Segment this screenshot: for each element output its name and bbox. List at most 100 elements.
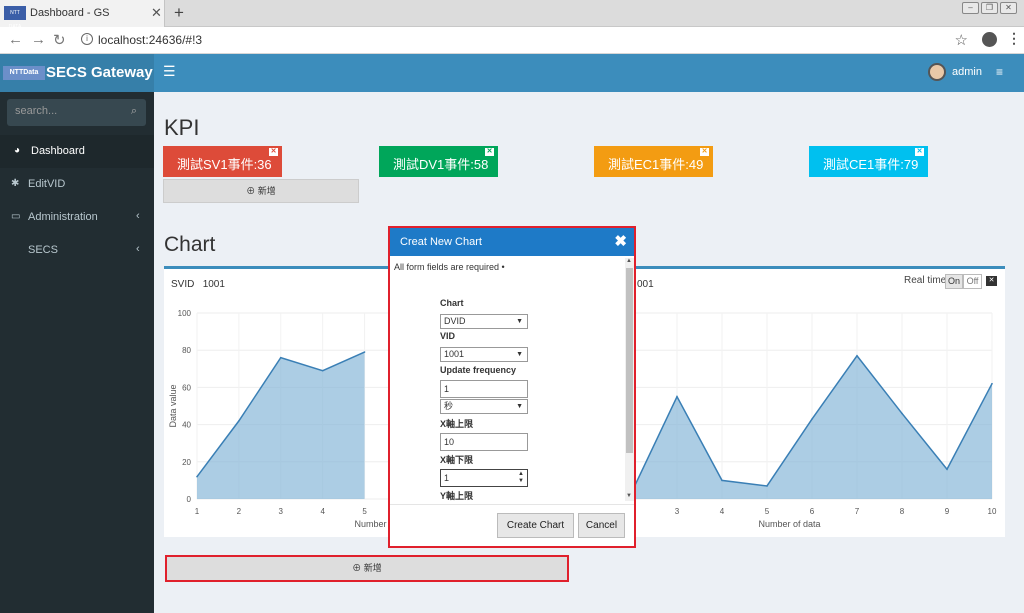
kpi-label: 測試DV1事件:58	[393, 157, 489, 172]
kpi-title: KPI	[164, 115, 200, 140]
y-tick-label: 40	[182, 421, 191, 430]
url-field[interactable]: i localhost:24636/#!3 ☆	[73, 30, 978, 50]
logo-badge: NTTData	[3, 66, 45, 80]
back-icon[interactable]: ←	[8, 31, 23, 48]
x-tick-label: 3	[279, 507, 284, 516]
browser-menu-icon[interactable]: ⋮	[1007, 30, 1021, 47]
data-point	[238, 420, 240, 422]
reload-icon[interactable]: ↻	[53, 31, 66, 49]
add-chart-label: 新增	[363, 563, 382, 573]
vid-select[interactable]: 1001 ▼	[440, 347, 528, 362]
y-tick-label: 60	[182, 383, 191, 392]
data-point	[946, 468, 948, 471]
vid-field-label: VID	[440, 331, 456, 341]
xmax-field-label: X軸上限	[440, 419, 474, 429]
sidebar-item-label: SECS	[28, 244, 58, 256]
dashboard-icon: ◕	[14, 145, 21, 156]
cancel-button[interactable]: Cancel	[578, 513, 625, 538]
monitor-icon: ▭	[11, 211, 21, 222]
avatar[interactable]	[928, 63, 946, 81]
x-tick-label: 2	[237, 507, 242, 516]
username[interactable]: admin	[952, 66, 982, 78]
restore-icon[interactable]: ❐	[981, 2, 998, 14]
modal-scrollbar[interactable]: ▲ ▼	[625, 258, 634, 501]
caret-down-icon: ▼	[516, 403, 523, 410]
sidebar-item-secs[interactable]: SECS ‹	[0, 234, 154, 267]
address-bar: ← → ↻ i localhost:24636/#!3 ☆ ⋮	[0, 27, 1024, 54]
close-icon[interactable]: ✕	[915, 148, 924, 156]
scroll-down-icon[interactable]: ▼	[626, 493, 632, 499]
create-chart-button[interactable]: Create Chart	[497, 513, 574, 538]
kpi-label: 測試CE1事件:79	[823, 157, 919, 172]
app-header: NTTData SECS Gateway ☰ admin ≡	[0, 54, 1024, 92]
x-tick-label: 3	[675, 507, 680, 516]
plus-circle-icon: ⊕	[246, 186, 256, 196]
x-axis-label: Number of data	[758, 519, 820, 529]
x-tick-label: 5	[765, 507, 770, 516]
y-tick-label: 0	[187, 495, 192, 504]
y-tick-label: 100	[178, 309, 192, 318]
modal-title: Creat New Chart	[400, 236, 482, 248]
sidebar-item-administration[interactable]: ▭ Administration ‹	[0, 201, 154, 234]
data-point	[901, 412, 903, 415]
xmax-input[interactable]: 10	[440, 433, 528, 451]
kpi-badge[interactable]: 測試EC1事件:49 ✕	[594, 146, 713, 177]
modal-header: Creat New Chart ✖	[390, 228, 634, 256]
search-icon[interactable]: ⌕	[131, 105, 137, 118]
kpi-badge[interactable]: 測試DV1事件:58 ✕	[379, 146, 498, 177]
data-point	[766, 485, 768, 487]
info-icon[interactable]: i	[81, 33, 93, 45]
kpi-badge[interactable]: 測試SV1事件:36 ✕	[163, 146, 282, 177]
sidebar-item-label: EditVID	[28, 178, 66, 190]
sidebar-item-label: Dashboard	[31, 145, 85, 157]
close-icon[interactable]: ✕	[151, 5, 162, 21]
spinner-icon[interactable]: ▲ ▼	[518, 471, 524, 485]
data-point	[721, 479, 723, 482]
browser-tab[interactable]: NTT DATA Dashboard - GS ✕	[0, 0, 165, 30]
sidebar-item-editvid[interactable]: ✱ EditVID	[0, 168, 154, 201]
x-tick-label: 6	[810, 507, 815, 516]
window-close-icon[interactable]: ✕	[1000, 2, 1017, 14]
frequency-input[interactable]: 1	[440, 380, 528, 398]
logo[interactable]: NTTData SECS Gateway	[0, 54, 154, 92]
kpi-label: 測試EC1事件:49	[608, 157, 704, 172]
search-box: ⌕	[7, 99, 146, 126]
forward-icon[interactable]: →	[31, 31, 46, 48]
xmin-field-label: X軸下限	[440, 455, 474, 465]
minimize-icon[interactable]: –	[962, 2, 979, 14]
url-text: localhost:24636/#!3	[98, 33, 203, 47]
x-tick-label: 4	[320, 507, 325, 516]
create-chart-modal: Creat New Chart ✖ All form fields are re…	[388, 226, 636, 548]
close-icon[interactable]: ✕	[485, 148, 494, 156]
new-tab-icon[interactable]: +	[174, 3, 184, 23]
close-icon[interactable]: ✕	[269, 148, 278, 156]
app-name: SECS Gateway	[46, 64, 153, 81]
menu-toggle-icon[interactable]: ☰	[163, 63, 176, 80]
x-tick-label: 9	[945, 507, 950, 516]
settings-icon[interactable]: ≡	[996, 65, 1003, 79]
frequency-unit-select[interactable]: 秒 ▼	[440, 399, 528, 414]
scrollbar-thumb[interactable]	[626, 268, 633, 453]
data-point	[279, 356, 282, 359]
x-tick-label: 5	[362, 507, 367, 516]
x-tick-label: 7	[855, 507, 860, 516]
search-input[interactable]	[15, 105, 125, 117]
series-area	[197, 352, 365, 499]
xmin-input[interactable]: 1 ▲ ▼	[440, 469, 528, 487]
data-point	[676, 395, 678, 398]
chevron-left-icon: ‹	[136, 210, 140, 222]
add-kpi-button[interactable]: ⊕ 新增	[163, 179, 359, 203]
chevron-left-icon: ‹	[136, 243, 140, 255]
close-icon[interactable]: ✖	[614, 232, 627, 250]
kpi-badge[interactable]: 測試CE1事件:79 ✕	[809, 146, 928, 177]
add-chart-button[interactable]: ⊕ 新增	[165, 555, 569, 582]
chart-type-select[interactable]: DVID ▼	[440, 314, 528, 329]
close-icon[interactable]: ✕	[700, 148, 709, 156]
scroll-up-icon[interactable]: ▲	[626, 258, 632, 264]
bookmark-star-icon[interactable]: ☆	[955, 31, 968, 49]
account-icon[interactable]	[982, 32, 997, 47]
data-point	[196, 475, 198, 478]
required-note: All form fields are required •	[394, 262, 505, 272]
x-tick-label: 8	[900, 507, 905, 516]
sidebar-item-dashboard[interactable]: ◕ Dashboard	[0, 135, 154, 168]
